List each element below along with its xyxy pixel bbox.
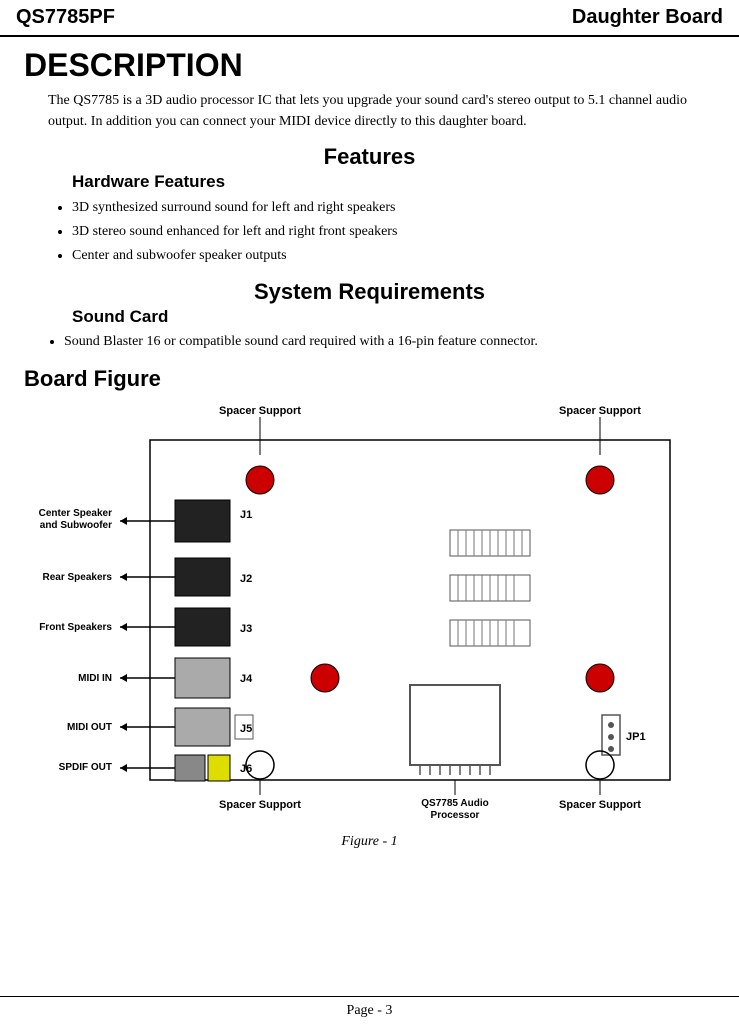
sound-card-item-1: Sound Blaster 16 or compatible sound car… <box>64 331 715 353</box>
svg-text:J1: J1 <box>240 509 252 521</box>
svg-text:MIDI IN: MIDI IN <box>78 673 112 684</box>
figure-caption: Figure - 1 <box>24 834 715 850</box>
page-footer: Page - 3 <box>0 996 739 1019</box>
hardware-features-title: Hardware Features <box>24 172 715 192</box>
header-title: Daughter Board <box>572 6 723 29</box>
sound-card-title: Sound Card <box>24 307 715 327</box>
description-title: DESCRIPTION <box>24 47 715 84</box>
main-content: DESCRIPTION The QS7785 is a 3D audio pro… <box>0 47 739 850</box>
page-number: Page - 3 <box>347 1003 393 1018</box>
feature-item-1: 3D synthesized surround sound for left a… <box>72 196 715 220</box>
svg-text:Front Speakers: Front Speakers <box>39 622 112 633</box>
page-header: QS7785PF Daughter Board <box>0 0 739 37</box>
svg-text:Spacer Support: Spacer Support <box>559 799 641 811</box>
board-figure-title: Board Figure <box>24 366 715 392</box>
feature-item-2: 3D stereo sound enhanced for left and ri… <box>72 220 715 244</box>
svg-text:Rear Speakers: Rear Speakers <box>42 572 112 583</box>
svg-text:J5: J5 <box>240 723 252 735</box>
svg-text:Processor: Processor <box>430 810 479 821</box>
svg-text:MIDI OUT: MIDI OUT <box>67 722 112 733</box>
svg-text:Spacer Support: Spacer Support <box>219 799 301 811</box>
svg-text:and Subwoofer: and Subwoofer <box>39 520 111 531</box>
board-diagram: Spacer Support Spacer Support J1 J2 J3 J… <box>30 400 710 830</box>
svg-text:JP1: JP1 <box>626 731 646 743</box>
system-req-title: System Requirements <box>24 279 715 305</box>
feature-item-3: Center and subwoofer speaker outputs <box>72 244 715 268</box>
svg-text:J4: J4 <box>240 673 253 685</box>
header-model: QS7785PF <box>16 6 115 29</box>
spacer-top-left-label: Spacer Support <box>219 405 301 417</box>
sound-card-list: Sound Blaster 16 or compatible sound car… <box>64 331 715 353</box>
svg-text:Center Speaker: Center Speaker <box>38 508 111 519</box>
spacer-top-right-label: Spacer Support <box>559 405 641 417</box>
description-text: The QS7785 is a 3D audio processor IC th… <box>48 90 715 132</box>
features-title: Features <box>24 144 715 170</box>
svg-text:J2: J2 <box>240 573 252 585</box>
svg-text:QS7785 Audio: QS7785 Audio <box>421 798 488 809</box>
svg-text:SPDIF OUT: SPDIF OUT <box>58 762 111 773</box>
hardware-features-list: 3D synthesized surround sound for left a… <box>72 196 715 267</box>
svg-text:J3: J3 <box>240 623 252 635</box>
